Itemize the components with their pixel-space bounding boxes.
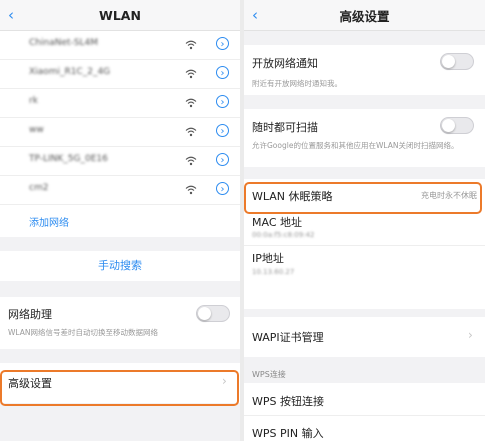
wps-group: WPS 按钮连接 WPS PIN 输入 (244, 383, 485, 441)
network-name: ww (29, 125, 44, 135)
wps-pin-row[interactable]: WPS PIN 输入 (244, 415, 485, 441)
wapi-cert-label: WAPI证书管理 (252, 331, 324, 344)
navbar: ‹ WLAN (0, 0, 240, 31)
network-assistant-desc: WLAN网络信号差时自动切换至移动数据网络 (8, 328, 159, 337)
open-network-notify-row: 开放网络通知 附近有开放网络时通知我。 (244, 45, 485, 95)
network-details-button[interactable]: › (216, 66, 229, 79)
page-title: 高级设置 (339, 8, 390, 24)
network-details-button[interactable]: › (216, 95, 229, 108)
network-assistant-toggle[interactable] (196, 305, 230, 322)
ip-address-value: 10.13.60.27 (252, 268, 295, 276)
network-name: TP-LINK_5G_0E16 (29, 154, 108, 164)
open-network-notify-label: 开放网络通知 (252, 57, 318, 70)
wifi-lock-icon (185, 98, 197, 108)
wifi-lock-icon (185, 69, 197, 79)
network-list: ChinaNet-SL4M › Xiaomi_R1C_2_4G › rk › w… (0, 31, 240, 237)
network-item[interactable]: Xiaomi_R1C_2_4G › (0, 60, 240, 89)
wifi-lock-icon (185, 40, 197, 50)
network-item[interactable]: ww › (0, 118, 240, 147)
always-scan-row: 随时都可扫描 允许Google的位置服务和其他应用在WLAN关闭时扫描网络。 (244, 109, 485, 167)
mac-address-row: MAC 地址 00:0a:f5:c8:09:42 (244, 211, 485, 246)
network-details-button[interactable]: › (216, 182, 229, 195)
wps-section-label: WPS连接 (252, 370, 286, 379)
network-details-button[interactable]: › (216, 124, 229, 137)
add-network-label: 添加网络 (29, 218, 69, 229)
wps-section-header: WPS连接 (244, 357, 485, 383)
network-details-button[interactable]: › (216, 153, 229, 166)
ip-address-label: IP地址 (252, 252, 284, 265)
wps-button-row[interactable]: WPS 按钮连接 (244, 383, 485, 416)
network-name: rk (29, 96, 38, 106)
always-scan-toggle[interactable] (440, 117, 474, 134)
ip-address-row: IP地址 10.13.60.27 (244, 247, 485, 283)
network-assistant-label: 网络助理 (8, 308, 52, 321)
mac-address-value: 00:0a:f5:c8:09:42 (252, 231, 315, 239)
wifi-lock-icon (185, 156, 197, 166)
open-network-notify-desc: 附近有开放网络时通知我。 (252, 79, 342, 88)
chevron-right-icon: › (468, 328, 473, 342)
wapi-cert-row[interactable]: WAPI证书管理 › (244, 317, 485, 357)
highlight-frame (244, 182, 482, 214)
wps-button-label: WPS 按钮连接 (252, 395, 324, 408)
page-title: WLAN (99, 7, 141, 23)
network-item[interactable]: ChinaNet-SL4M › (0, 31, 240, 60)
manual-search-button[interactable]: 手动搜索 (0, 251, 240, 281)
always-scan-desc: 允许Google的位置服务和其他应用在WLAN关闭时扫描网络。 (252, 141, 459, 150)
add-network-button[interactable]: 添加网络 (0, 205, 240, 237)
chevron-left-icon[interactable]: ‹ (8, 6, 14, 24)
wlan-screen: ‹ WLAN ChinaNet-SL4M › Xiaomi_R1C_2_4G ›… (0, 0, 240, 441)
network-assistant-row: 网络助理 WLAN网络信号差时自动切换至移动数据网络 (0, 297, 240, 349)
wifi-lock-icon (185, 185, 197, 195)
network-name: ChinaNet-SL4M (29, 38, 98, 48)
chevron-left-icon[interactable]: ‹ (252, 6, 258, 24)
highlight-frame (0, 370, 239, 406)
advanced-settings-screen: ‹ 高级设置 开放网络通知 附近有开放网络时通知我。 随时都可扫描 允许Goog… (244, 0, 485, 441)
mac-address-label: MAC 地址 (252, 216, 302, 229)
wps-pin-label: WPS PIN 输入 (252, 427, 324, 440)
open-network-notify-toggle[interactable] (440, 53, 474, 70)
network-item[interactable]: TP-LINK_5G_0E16 › (0, 147, 240, 176)
network-details-button[interactable]: › (216, 37, 229, 50)
navbar: ‹ 高级设置 (244, 0, 485, 31)
network-name: Xiaomi_R1C_2_4G (29, 67, 111, 77)
manual-search-label: 手动搜索 (98, 259, 142, 272)
always-scan-label: 随时都可扫描 (252, 121, 318, 134)
network-item[interactable]: cm2 › (0, 176, 240, 205)
wifi-lock-icon (185, 127, 197, 137)
network-item[interactable]: rk › (0, 89, 240, 118)
network-name: cm2 (29, 183, 49, 193)
